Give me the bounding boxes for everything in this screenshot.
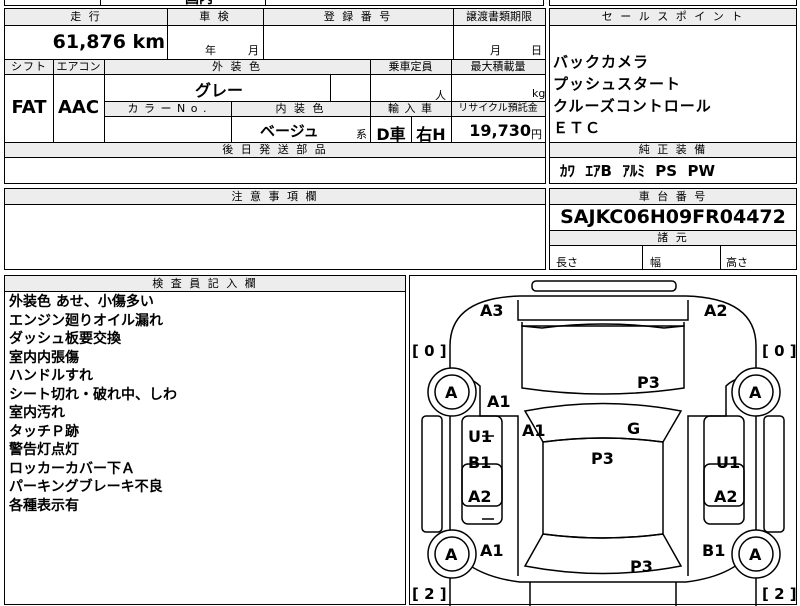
mark-front-left: A3 — [480, 301, 504, 320]
mark-hood: P3 — [637, 373, 660, 392]
inspector-note: タッチＰ跡 — [9, 423, 79, 440]
inspector-note: パーキングブレーキ不良 — [9, 479, 163, 495]
inspector-label: 検 査 員 記 入 欄 — [5, 276, 405, 291]
mark-quarter-left: A1 — [480, 541, 504, 560]
inspection-year: 年 — [205, 44, 216, 57]
car-diagram-box: A3 A2 [ 0 ] [ 0 ] A A P3 A1 A1 G U1 B1 U… — [409, 275, 797, 606]
mark-door-fr: U1 — [716, 453, 740, 472]
chassis-label: 車 台 番 号 — [550, 189, 796, 204]
length-label: 長さ — [556, 256, 578, 269]
sales-point-box: セ ー ル ス ポ イ ン ト バックカメラ プッシュスタート クルーズコントロ… — [549, 8, 797, 184]
car-diagram: A3 A2 [ 0 ] [ 0 ] A A P3 A1 A1 G U1 B1 U… — [412, 280, 796, 606]
wheel-mark-rl: A — [445, 545, 458, 564]
sales-point-item: ＥＴＣ — [553, 119, 602, 137]
exterior-color-value: グレー — [194, 81, 243, 100]
tire-count-rl: [ 2 ] — [412, 585, 447, 603]
wheel-mark-fr: A — [749, 383, 762, 402]
recycle-label: リサイクル預託金 — [451, 102, 545, 116]
sales-point-item: クルーズコントロール — [553, 97, 712, 115]
capacity-label: 乗車定員 — [370, 60, 451, 74]
post-parts-label: 後 日 発 送 部 品 — [5, 143, 545, 157]
mark-door-rl: A2 — [468, 487, 492, 506]
mark-fender-left: A1 — [487, 392, 511, 411]
inspector-note: ハンドルすれ — [9, 368, 93, 384]
mark-door-rr: A2 — [714, 487, 738, 506]
tire-count-fl: [ 0 ] — [412, 342, 447, 360]
transfer-month: 月 — [490, 44, 501, 57]
mileage-value: 61,876 km — [52, 31, 165, 53]
mileage-label: 走 行 — [5, 9, 167, 25]
mark-trunk: P3 — [630, 557, 653, 576]
genuine-equipment-value: ｶﾜ ｴｱB ｱﾙﾐ PS PW — [560, 162, 716, 180]
inspector-note: エンジン廻りオイル漏れ — [9, 312, 163, 329]
chassis-box: 車 台 番 号 SAJKC06H09FR04472 諸 元 長さ 幅 高さ — [549, 188, 797, 270]
interior-color-value: ベージュ — [260, 122, 319, 140]
color-number-label: カ ラ ー N o . — [104, 102, 231, 116]
inspector-note: シート切れ・破れ中、しわ — [9, 386, 177, 403]
shift-label: シフト — [5, 60, 53, 74]
interior-color-suffix: 系 — [356, 128, 367, 141]
notes-box: 注 意 事 項 欄 — [4, 188, 546, 270]
mark-door-fl: U1 — [468, 427, 492, 446]
inspector-notes: 外装色 あせ、小傷多い エンジン廻りオイル漏れ ダッシュ板要交換 室内内張傷 ハ… — [9, 293, 177, 515]
recycle-unit: 円 — [531, 128, 542, 141]
wheel-mark-rr: A — [749, 545, 762, 564]
inspector-note: ロッカーカバー下Ａ — [9, 460, 135, 477]
dimensions-label: 諸 元 — [550, 231, 796, 245]
inspector-box: 検 査 員 記 入 欄 外装色 あせ、小傷多い エンジン廻りオイル漏れ ダッシュ… — [4, 275, 406, 605]
recycle-value: 19,730 — [469, 121, 531, 140]
max-load-label: 最大積載量 — [451, 60, 545, 74]
shift-value: FAT — [11, 97, 47, 118]
inspector-note: ダッシュ板要交換 — [9, 331, 121, 347]
mark-pillar-left: A1 — [522, 421, 546, 440]
tire-count-rr: [ 2 ] — [762, 585, 796, 603]
registration-label: 登 録 番 号 — [263, 9, 453, 25]
width-label: 幅 — [650, 256, 661, 269]
inspector-note: 外装色 あせ、小傷多い — [9, 294, 154, 310]
height-label: 高さ — [726, 256, 748, 269]
mark-roof: P3 — [591, 449, 614, 468]
max-load-unit: kg — [532, 87, 546, 100]
aircon-label: エアコン — [53, 60, 104, 74]
top-strip-right — [549, 0, 797, 6]
sales-point-item: プッシュスタート — [553, 75, 682, 93]
wheel-mark-fl: A — [445, 383, 458, 402]
aircon-value: AAC — [57, 97, 100, 118]
inspection-label: 車 検 — [167, 9, 263, 25]
mark-windshield: G — [627, 419, 640, 438]
notes-label: 注 意 事 項 欄 — [5, 189, 545, 204]
mark-front-right: A2 — [704, 301, 728, 320]
top-strip-text: 国内 — [185, 0, 213, 8]
transfer-day: 日 — [531, 44, 542, 57]
exterior-color-label: 外 装 色 — [104, 60, 370, 74]
inspector-note: 室内汚れ — [9, 405, 65, 421]
inspector-note: 室内内張傷 — [9, 349, 79, 366]
inspection-month: 月 — [248, 44, 259, 57]
inspector-note: 各種表示有 — [9, 497, 79, 514]
sales-point-item: バックカメラ — [553, 53, 650, 71]
inspector-note: 警告灯点灯 — [9, 442, 79, 458]
import-label: 輸 入 車 — [370, 102, 451, 116]
sales-point-label: セ ー ル ス ポ イ ン ト — [550, 9, 796, 25]
tire-count-fr: [ 0 ] — [762, 342, 796, 360]
chassis-number: SAJKC06H09FR04472 — [560, 206, 786, 228]
mark-quarter-right: B1 — [702, 541, 725, 560]
interior-color-label: 内 装 色 — [231, 102, 370, 116]
transfer-deadline-label: 譲渡書類期限 — [453, 9, 545, 25]
mark-door-fl-2: B1 — [468, 453, 491, 472]
vehicle-info-grid: 走 行 車 検 登 録 番 号 譲渡書類期限 61,876 km 年 月 月 日… — [4, 8, 546, 184]
genuine-equipment-label: 純 正 装 備 — [550, 143, 796, 157]
top-strip: 国内 — [4, 0, 544, 8]
